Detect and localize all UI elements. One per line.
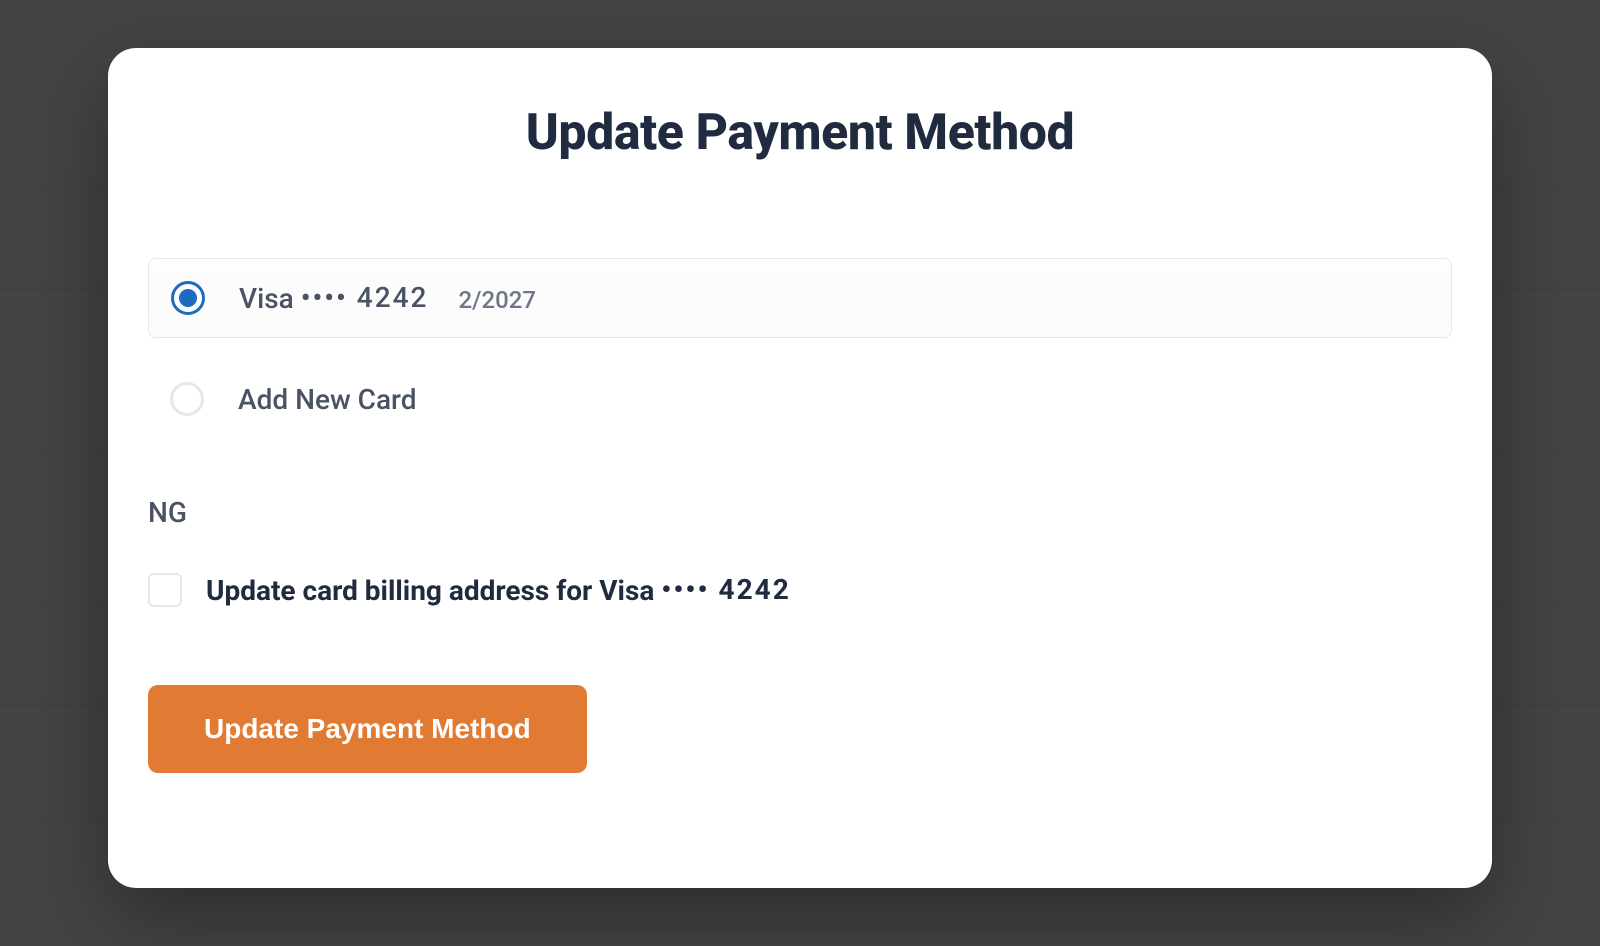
card-brand: Visa [239,282,294,315]
status-text: NG [148,496,1452,529]
radio-selected-icon [171,281,205,315]
modal-overlay[interactable]: Update Payment Method Visa •••• 4242 2/2… [0,0,1600,946]
payment-option-add-new-card[interactable]: Add New Card [148,360,1452,438]
payment-option-existing-card[interactable]: Visa •••• 4242 2/2027 [148,258,1452,338]
update-billing-address-row[interactable]: Update card billing address for Visa •••… [148,573,1452,607]
billing-label-prefix: Update card billing address for [206,574,592,607]
billing-card-brand: Visa [599,574,654,607]
submit-update-payment-button[interactable]: Update Payment Method [148,685,587,773]
existing-card-label: Visa •••• 4242 2/2027 [239,282,536,315]
radio-unselected-icon [170,382,204,416]
billing-card-masked: •••• 4242 [661,573,790,606]
card-expiry: 2/2027 [458,286,536,314]
checkbox-icon[interactable] [148,573,182,607]
modal-title: Update Payment Method [148,104,1452,162]
add-new-card-label: Add New Card [238,383,416,416]
update-payment-modal: Update Payment Method Visa •••• 4242 2/2… [108,48,1492,888]
card-masked: •••• 4242 [301,281,429,314]
update-billing-label[interactable]: Update card billing address for Visa •••… [206,574,791,607]
